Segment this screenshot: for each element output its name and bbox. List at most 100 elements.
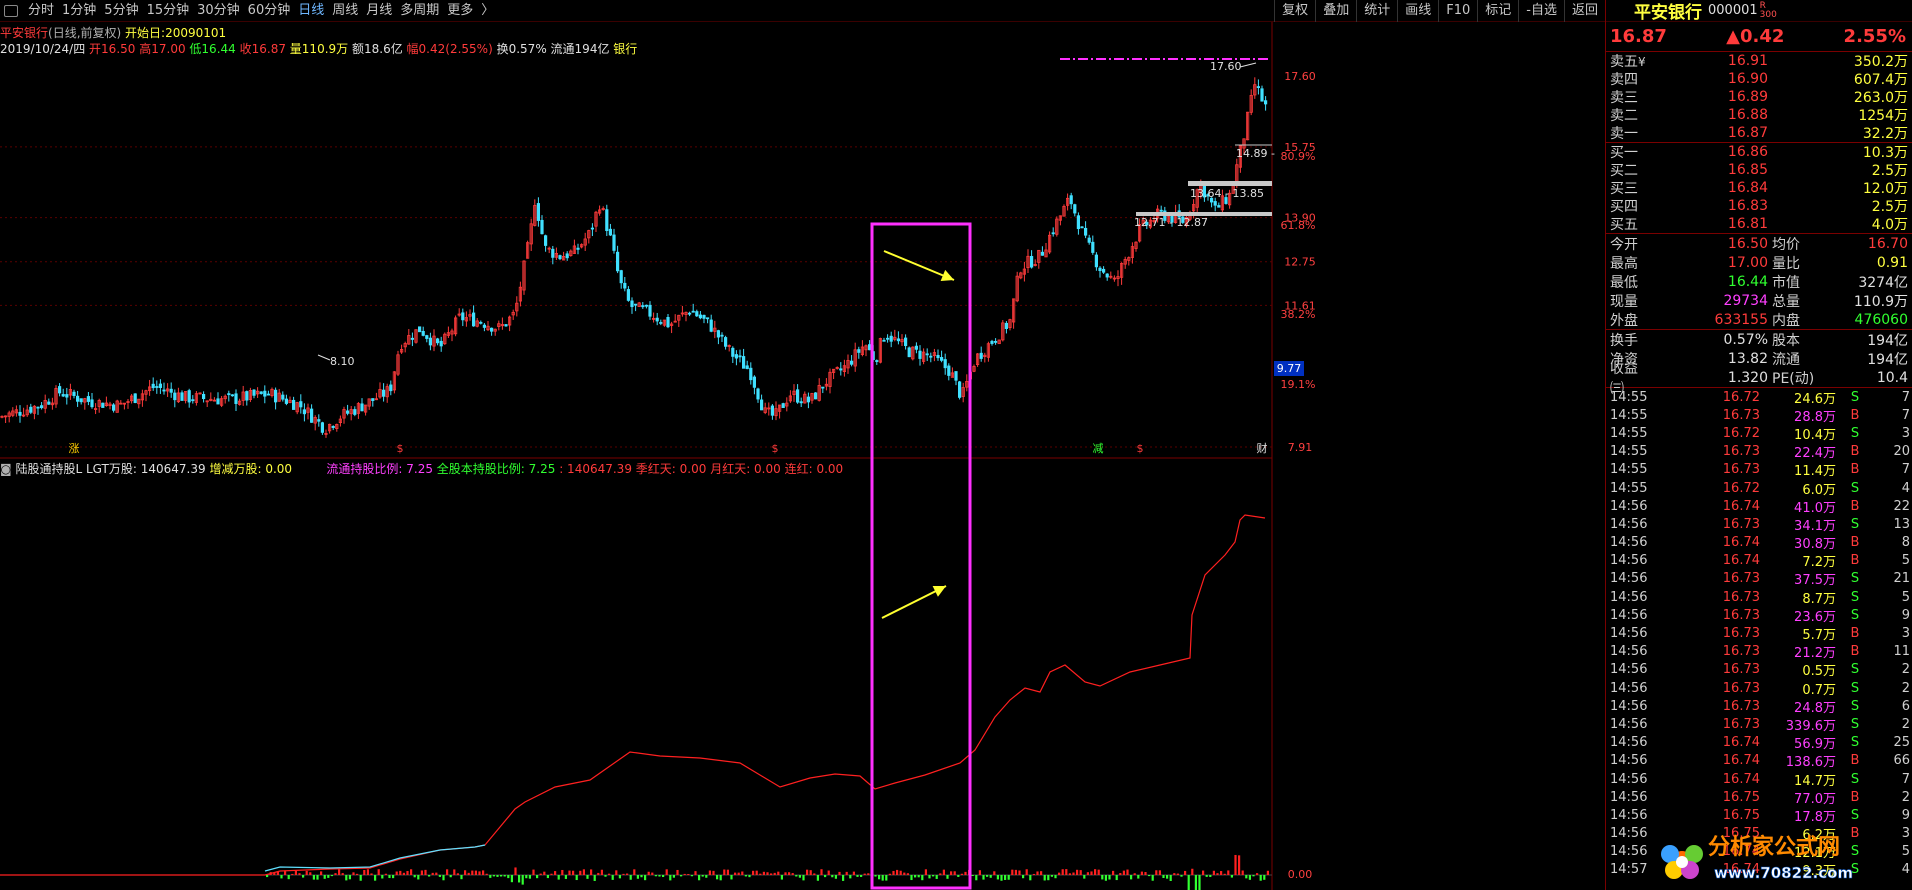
sell-price: 16.91 — [1727, 53, 1768, 69]
buy-level-4[interactable]: 买四 16.83 2.5万 — [1606, 197, 1912, 215]
toolbar-button-6[interactable]: -自选 — [1518, 0, 1564, 22]
volume-bar — [802, 875, 805, 881]
volume-bar — [1227, 870, 1230, 875]
volume-bar — [1212, 870, 1215, 875]
tick-time: 14:56 — [1610, 553, 1648, 569]
stat-value: 29734 — [1723, 292, 1768, 309]
period-tab-10[interactable]: 更多 — [443, 0, 477, 22]
kline-chart[interactable]: 17.6015.7513.9012.7511.617.9180.9%61.8%3… — [0, 22, 1605, 890]
volume-bar — [986, 875, 989, 877]
buy-level-5[interactable]: 买五 16.81 4.0万 — [1606, 215, 1912, 233]
period-tab-1[interactable]: 1分钟 — [58, 0, 100, 22]
tick-volume: 41.0万 — [1794, 500, 1836, 516]
tick-price: 16.73 — [1722, 644, 1760, 660]
tick-count: 3 — [1901, 626, 1910, 642]
candle-body — [940, 357, 944, 361]
volume-bar — [363, 869, 366, 875]
volume-bar — [1205, 875, 1208, 877]
volume-bar — [1202, 870, 1205, 875]
volume-bar — [993, 871, 996, 875]
toolbar-button-7[interactable]: 返回 — [1563, 0, 1605, 22]
period-tab-0[interactable]: 分时 — [24, 0, 58, 22]
stat-label: 内盘 — [1772, 312, 1800, 329]
volume-bar — [1241, 870, 1244, 875]
tick-price: 16.73 — [1722, 716, 1760, 732]
buy-level-1[interactable]: 买一 16.86 10.3万 — [1606, 143, 1912, 161]
volume-bar — [564, 875, 567, 879]
period-tab-5[interactable]: 60分钟 — [244, 0, 295, 22]
volume-bar — [698, 875, 701, 881]
candle-body — [381, 389, 386, 397]
indicator-val: : 140647.39 — [559, 462, 632, 476]
indicator-name[interactable]: 陆股通持股L — [15, 462, 82, 476]
period-tab-6[interactable]: 日线 — [294, 0, 328, 22]
candle-body — [936, 354, 940, 359]
candle-body — [752, 376, 757, 388]
toolbar-button-1[interactable]: 叠加 — [1315, 0, 1356, 22]
candle-body — [724, 337, 728, 347]
tick-time: 14:56 — [1610, 589, 1648, 605]
period-tab-9[interactable]: 多周期 — [396, 0, 443, 22]
tick-volume: 21.2万 — [1794, 646, 1836, 662]
volume-bar — [856, 875, 859, 877]
volume-bar — [312, 875, 315, 880]
candle-body — [760, 399, 764, 411]
tick-list[interactable]: 14:55 16.72 24.6万 S 7 14:55 16.73 28.8万 B 7 14:55 1… — [1606, 388, 1912, 880]
volume-bar — [449, 875, 452, 878]
volume-bar — [399, 870, 402, 875]
period-tab-4[interactable]: 30分钟 — [193, 0, 244, 22]
indicator-toggle-icon[interactable]: ◙ — [0, 462, 12, 476]
panel-stock-name: 平安银行 — [1634, 3, 1702, 23]
volume-bar — [921, 875, 924, 881]
buy-level-3[interactable]: 买三 16.84 12.0万 — [1606, 179, 1912, 197]
panel-toggle-icon[interactable] — [4, 4, 18, 17]
sell-level-1[interactable]: 卖五¥ 16.91 350.2万 — [1606, 52, 1912, 70]
sell-volume: 32.2万 — [1862, 126, 1908, 142]
toolbar-button-2[interactable]: 统计 — [1356, 0, 1397, 22]
tick-count: 5 — [1901, 553, 1910, 569]
period-tab-3[interactable]: 15分钟 — [143, 0, 194, 22]
volume-bar — [694, 871, 697, 875]
sell-volume: 350.2万 — [1853, 54, 1908, 70]
stat-value: 16.50 — [1727, 235, 1768, 252]
tick-price: 16.74 — [1722, 535, 1760, 551]
sell-level-2[interactable]: 卖四 16.90 607.4万 — [1606, 70, 1912, 88]
candle-body — [943, 359, 947, 369]
period-tab-7[interactable]: 周线 — [328, 0, 362, 22]
volume-bar — [989, 875, 992, 878]
buy-level-2[interactable]: 买二 16.85 2.5万 — [1606, 161, 1912, 179]
toolbar-button-0[interactable]: 复权 — [1274, 0, 1315, 22]
tick-time: 14:56 — [1610, 535, 1648, 551]
more-arrow-icon[interactable]: 〉 — [477, 0, 498, 22]
toolbar-button-3[interactable]: 画线 — [1397, 0, 1438, 22]
period-tab-2[interactable]: 5分钟 — [100, 0, 142, 22]
candle-body — [612, 234, 616, 251]
candle-body — [72, 391, 76, 397]
tick-price: 16.73 — [1722, 662, 1760, 678]
volume-bar — [1115, 875, 1118, 881]
volume-bar — [413, 875, 416, 878]
tick-time: 14:56 — [1610, 644, 1648, 660]
volume-bar — [600, 869, 603, 875]
tick-count: 9 — [1901, 607, 1910, 623]
volume-bar — [528, 875, 531, 879]
volume-bar — [525, 875, 528, 879]
sell-label: 卖四 — [1610, 72, 1638, 88]
sell-level-4[interactable]: 卖二 16.88 1254万 — [1606, 106, 1912, 124]
sell-level-3[interactable]: 卖三 16.89 263.0万 — [1606, 88, 1912, 106]
volume-bar — [381, 875, 384, 879]
volume-bar — [377, 869, 380, 875]
tick-row: 14:56 16.73 24.8万 S 6 — [1606, 697, 1912, 716]
period-tab-8[interactable]: 月线 — [362, 0, 396, 22]
candle-body — [630, 300, 634, 308]
toolbar-button-5[interactable]: 标记 — [1477, 0, 1518, 22]
candle-body — [482, 324, 487, 328]
volume-bar — [1108, 875, 1111, 880]
sell-volume: 607.4万 — [1853, 72, 1908, 88]
sell-level-5[interactable]: 卖一 16.87 32.2万 — [1606, 124, 1912, 142]
buy-volume: 4.0万 — [1871, 217, 1908, 233]
toolbar-button-4[interactable]: F10 — [1438, 0, 1477, 22]
tick-direction: S — [1850, 680, 1860, 696]
volume-bar — [546, 875, 549, 879]
candle-body — [245, 391, 249, 401]
